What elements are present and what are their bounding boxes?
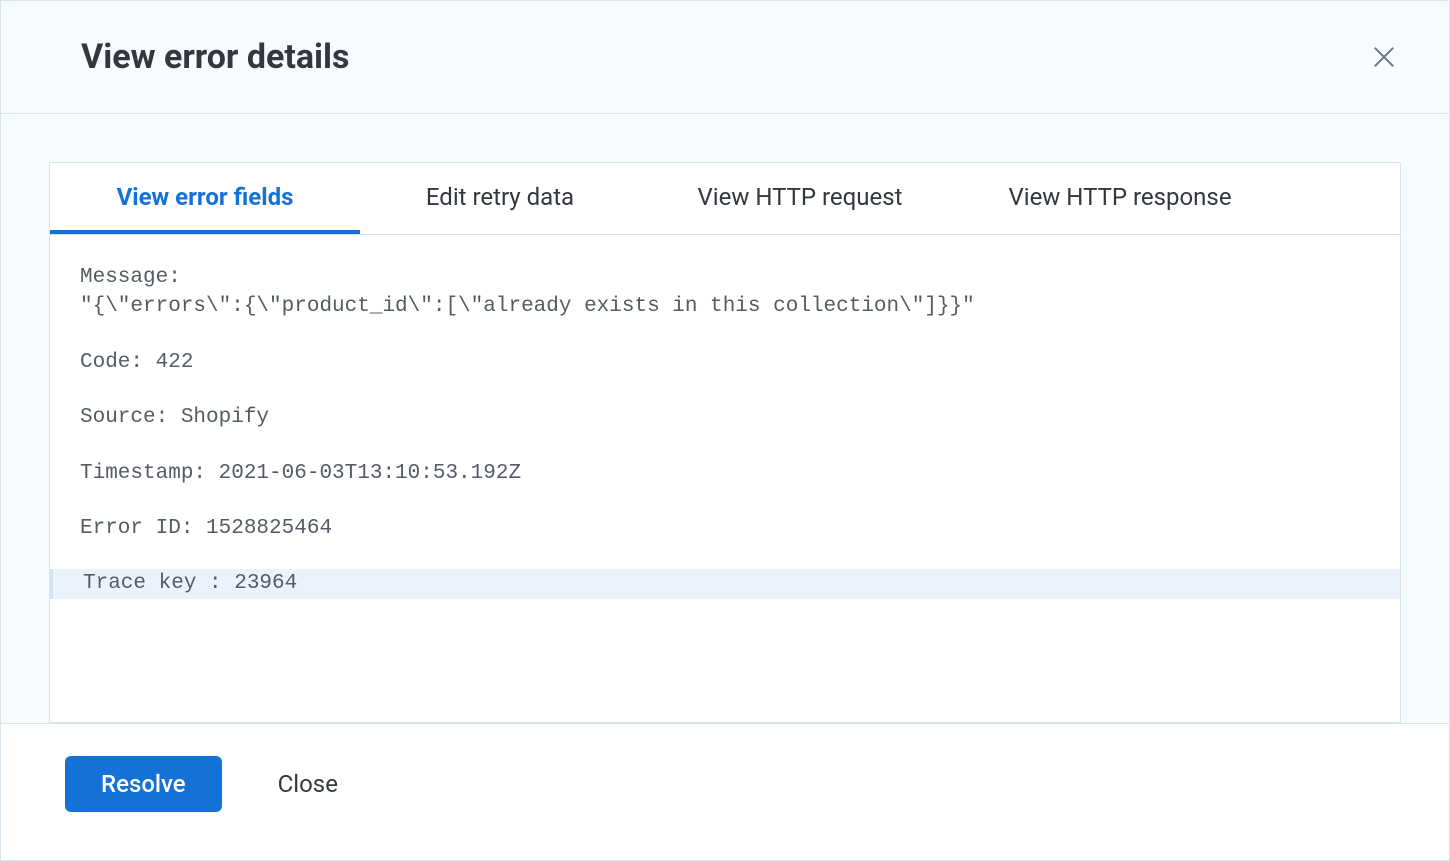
content-panel: View error fields Edit retry data View H… <box>49 162 1401 723</box>
modal-body: View error fields Edit retry data View H… <box>1 114 1449 723</box>
close-icon[interactable] <box>1369 42 1399 72</box>
tab-label: View HTTP request <box>697 183 902 211</box>
error-details-modal: View error details View error fields Edi… <box>0 0 1450 861</box>
tab-edit-retry-data[interactable]: Edit retry data <box>360 163 640 234</box>
modal-footer: Resolve Close <box>1 723 1449 860</box>
tab-label: View error fields <box>117 183 294 211</box>
field-source: Source: Shopify <box>80 403 1370 432</box>
tab-view-http-request[interactable]: View HTTP request <box>640 163 960 234</box>
field-message: Message: "{\"errors\":{\"product_id\":[\… <box>80 263 1370 322</box>
tabs: View error fields Edit retry data View H… <box>50 163 1400 235</box>
tab-view-error-fields[interactable]: View error fields <box>50 163 360 234</box>
field-error-id: Error ID: 1528825464 <box>80 514 1370 543</box>
field-message-label: Message: <box>80 263 1370 292</box>
modal-title: View error details <box>81 37 350 77</box>
error-fields-content: Message: "{\"errors\":{\"product_id\":[\… <box>50 235 1400 722</box>
tab-view-http-response[interactable]: View HTTP response <box>960 163 1280 234</box>
field-code: Code: 422 <box>80 348 1370 377</box>
resolve-button[interactable]: Resolve <box>65 756 222 812</box>
modal-header: View error details <box>1 1 1449 114</box>
field-trace-key: Trace key : 23964 <box>50 569 1400 598</box>
close-button[interactable]: Close <box>278 770 338 798</box>
tab-label: Edit retry data <box>426 183 574 211</box>
tab-label: View HTTP response <box>1008 183 1231 211</box>
field-message-value: "{\"errors\":{\"product_id\":[\"already … <box>80 292 1370 321</box>
field-timestamp: Timestamp: 2021-06-03T13:10:53.192Z <box>80 459 1370 488</box>
